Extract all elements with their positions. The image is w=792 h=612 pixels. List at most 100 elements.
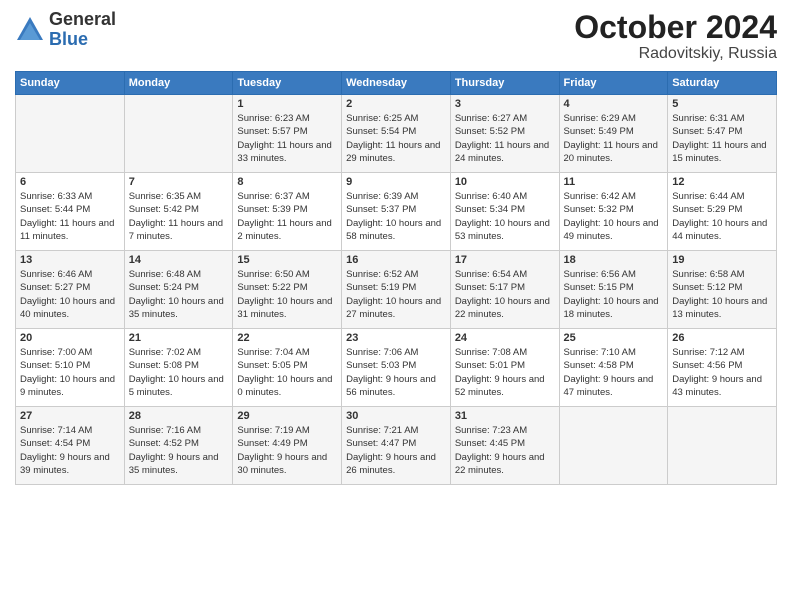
calendar-cell: 30 Sunrise: 7:21 AMSunset: 4:47 PMDayligh… bbox=[342, 407, 451, 485]
day-number: 7 bbox=[129, 176, 229, 188]
page-container: General Blue October 2024 Radovitskiy, R… bbox=[0, 0, 792, 612]
day-number: 5 bbox=[672, 98, 772, 110]
cell-content: Sunrise: 6:31 AMSunset: 5:47 PMDaylight:… bbox=[672, 112, 772, 165]
cell-content: Sunrise: 6:46 AMSunset: 5:27 PMDaylight:… bbox=[20, 268, 120, 321]
day-number: 6 bbox=[20, 176, 120, 188]
cell-content: Sunrise: 6:40 AMSunset: 5:34 PMDaylight:… bbox=[455, 190, 555, 243]
calendar-week-4: 27 Sunrise: 7:14 AMSunset: 4:54 PMDayligh… bbox=[16, 407, 777, 485]
calendar-cell: 2 Sunrise: 6:25 AMSunset: 5:54 PMDaylight… bbox=[342, 95, 451, 173]
day-number: 1 bbox=[237, 98, 337, 110]
logo-text: General Blue bbox=[49, 10, 116, 50]
header-thursday: Thursday bbox=[450, 72, 559, 95]
day-number: 20 bbox=[20, 332, 120, 344]
day-number: 25 bbox=[564, 332, 664, 344]
calendar-cell: 18 Sunrise: 6:56 AMSunset: 5:15 PMDayligh… bbox=[559, 251, 668, 329]
calendar-cell: 8Sunrise: 6:37 AMSunset: 5:39 PMDaylight… bbox=[233, 173, 342, 251]
cell-content: Sunrise: 6:39 AMSunset: 5:37 PMDaylight:… bbox=[346, 190, 446, 243]
calendar-cell bbox=[16, 95, 125, 173]
calendar-cell: 19Sunrise: 6:58 AMSunset: 5:12 PMDayligh… bbox=[668, 251, 777, 329]
logo-blue: Blue bbox=[49, 30, 116, 50]
calendar-cell: 14 Sunrise: 6:48 AMSunset: 5:24 PMDayligh… bbox=[124, 251, 233, 329]
calendar-cell: 15 Sunrise: 6:50 AMSunset: 5:22 PMDayligh… bbox=[233, 251, 342, 329]
calendar-week-0: 1 Sunrise: 6:23 AMSunset: 5:57 PMDaylight… bbox=[16, 95, 777, 173]
cell-content: Sunrise: 7:10 AMSunset: 4:58 PMDaylight:… bbox=[564, 346, 664, 399]
calendar-body: 1 Sunrise: 6:23 AMSunset: 5:57 PMDaylight… bbox=[16, 95, 777, 485]
cell-content: Sunrise: 7:21 AMSunset: 4:47 PMDaylight:… bbox=[346, 424, 446, 477]
calendar-cell: 16Sunrise: 6:52 AMSunset: 5:19 PMDayligh… bbox=[342, 251, 451, 329]
day-number: 24 bbox=[455, 332, 555, 344]
cell-content: Sunrise: 6:25 AMSunset: 5:54 PMDaylight:… bbox=[346, 112, 446, 165]
header-friday: Friday bbox=[559, 72, 668, 95]
calendar-cell: 31 Sunrise: 7:23 AMSunset: 4:45 PMDayligh… bbox=[450, 407, 559, 485]
day-number: 4 bbox=[564, 98, 664, 110]
calendar-cell: 5 Sunrise: 6:31 AMSunset: 5:47 PMDaylight… bbox=[668, 95, 777, 173]
cell-content: Sunrise: 7:08 AMSunset: 5:01 PMDaylight:… bbox=[455, 346, 555, 399]
calendar-cell: 13 Sunrise: 6:46 AMSunset: 5:27 PMDayligh… bbox=[16, 251, 125, 329]
calendar-cell: 29Sunrise: 7:19 AMSunset: 4:49 PMDayligh… bbox=[233, 407, 342, 485]
day-number: 10 bbox=[455, 176, 555, 188]
cell-content: Sunrise: 6:44 AMSunset: 5:29 PMDaylight:… bbox=[672, 190, 772, 243]
calendar-cell bbox=[124, 95, 233, 173]
cell-content: Sunrise: 6:29 AMSunset: 5:49 PMDaylight:… bbox=[564, 112, 664, 165]
cell-content: Sunrise: 6:35 AMSunset: 5:42 PMDaylight:… bbox=[129, 190, 229, 243]
header-row: Sunday Monday Tuesday Wednesday Thursday… bbox=[16, 72, 777, 95]
cell-content: Sunrise: 7:12 AMSunset: 4:56 PMDaylight:… bbox=[672, 346, 772, 399]
calendar-cell: 21Sunrise: 7:02 AMSunset: 5:08 PMDayligh… bbox=[124, 329, 233, 407]
calendar-week-2: 13 Sunrise: 6:46 AMSunset: 5:27 PMDayligh… bbox=[16, 251, 777, 329]
calendar-table: Sunday Monday Tuesday Wednesday Thursday… bbox=[15, 71, 777, 485]
cell-content: Sunrise: 7:14 AMSunset: 4:54 PMDaylight:… bbox=[20, 424, 120, 477]
cell-content: Sunrise: 7:04 AMSunset: 5:05 PMDaylight:… bbox=[237, 346, 337, 399]
day-number: 22 bbox=[237, 332, 337, 344]
cell-content: Sunrise: 6:33 AMSunset: 5:44 PMDaylight:… bbox=[20, 190, 120, 243]
cell-content: Sunrise: 6:23 AMSunset: 5:57 PMDaylight:… bbox=[237, 112, 337, 165]
day-number: 30 bbox=[346, 410, 446, 422]
day-number: 9 bbox=[346, 176, 446, 188]
cell-content: Sunrise: 7:06 AMSunset: 5:03 PMDaylight:… bbox=[346, 346, 446, 399]
day-number: 21 bbox=[129, 332, 229, 344]
header-monday: Monday bbox=[124, 72, 233, 95]
cell-content: Sunrise: 7:00 AMSunset: 5:10 PMDaylight:… bbox=[20, 346, 120, 399]
cell-content: Sunrise: 6:52 AMSunset: 5:19 PMDaylight:… bbox=[346, 268, 446, 321]
cell-content: Sunrise: 6:27 AMSunset: 5:52 PMDaylight:… bbox=[455, 112, 555, 165]
day-number: 12 bbox=[672, 176, 772, 188]
calendar-cell: 17 Sunrise: 6:54 AMSunset: 5:17 PMDayligh… bbox=[450, 251, 559, 329]
day-number: 13 bbox=[20, 254, 120, 266]
header-tuesday: Tuesday bbox=[233, 72, 342, 95]
calendar-cell: 7 Sunrise: 6:35 AMSunset: 5:42 PMDaylight… bbox=[124, 173, 233, 251]
cell-content: Sunrise: 6:54 AMSunset: 5:17 PMDaylight:… bbox=[455, 268, 555, 321]
day-number: 27 bbox=[20, 410, 120, 422]
day-number: 18 bbox=[564, 254, 664, 266]
day-number: 2 bbox=[346, 98, 446, 110]
cell-content: Sunrise: 7:16 AMSunset: 4:52 PMDaylight:… bbox=[129, 424, 229, 477]
day-number: 11 bbox=[564, 176, 664, 188]
day-number: 14 bbox=[129, 254, 229, 266]
logo-general: General bbox=[49, 10, 116, 30]
calendar-cell: 4 Sunrise: 6:29 AMSunset: 5:49 PMDaylight… bbox=[559, 95, 668, 173]
calendar-cell: 1 Sunrise: 6:23 AMSunset: 5:57 PMDaylight… bbox=[233, 95, 342, 173]
logo: General Blue bbox=[15, 10, 116, 50]
day-number: 31 bbox=[455, 410, 555, 422]
calendar-cell bbox=[668, 407, 777, 485]
calendar-cell: 6 Sunrise: 6:33 AMSunset: 5:44 PMDaylight… bbox=[16, 173, 125, 251]
cell-content: Sunrise: 6:58 AMSunset: 5:12 PMDaylight:… bbox=[672, 268, 772, 321]
day-number: 15 bbox=[237, 254, 337, 266]
cell-content: Sunrise: 6:48 AMSunset: 5:24 PMDaylight:… bbox=[129, 268, 229, 321]
calendar-cell: 11Sunrise: 6:42 AMSunset: 5:32 PMDayligh… bbox=[559, 173, 668, 251]
cell-content: Sunrise: 6:56 AMSunset: 5:15 PMDaylight:… bbox=[564, 268, 664, 321]
title-section: October 2024 Radovitskiy, Russia bbox=[574, 10, 777, 63]
header: General Blue October 2024 Radovitskiy, R… bbox=[15, 10, 777, 63]
logo-icon bbox=[15, 15, 45, 45]
cell-content: Sunrise: 6:37 AMSunset: 5:39 PMDaylight:… bbox=[237, 190, 337, 243]
month-title: October 2024 bbox=[574, 10, 777, 45]
cell-content: Sunrise: 6:50 AMSunset: 5:22 PMDaylight:… bbox=[237, 268, 337, 321]
calendar-header: Sunday Monday Tuesday Wednesday Thursday… bbox=[16, 72, 777, 95]
day-number: 29 bbox=[237, 410, 337, 422]
calendar-cell: 23Sunrise: 7:06 AMSunset: 5:03 PMDayligh… bbox=[342, 329, 451, 407]
cell-content: Sunrise: 7:23 AMSunset: 4:45 PMDaylight:… bbox=[455, 424, 555, 477]
calendar-cell: 28Sunrise: 7:16 AMSunset: 4:52 PMDayligh… bbox=[124, 407, 233, 485]
calendar-cell: 12 Sunrise: 6:44 AMSunset: 5:29 PMDayligh… bbox=[668, 173, 777, 251]
calendar-cell: 24 Sunrise: 7:08 AMSunset: 5:01 PMDayligh… bbox=[450, 329, 559, 407]
calendar-week-1: 6 Sunrise: 6:33 AMSunset: 5:44 PMDaylight… bbox=[16, 173, 777, 251]
header-saturday: Saturday bbox=[668, 72, 777, 95]
day-number: 17 bbox=[455, 254, 555, 266]
